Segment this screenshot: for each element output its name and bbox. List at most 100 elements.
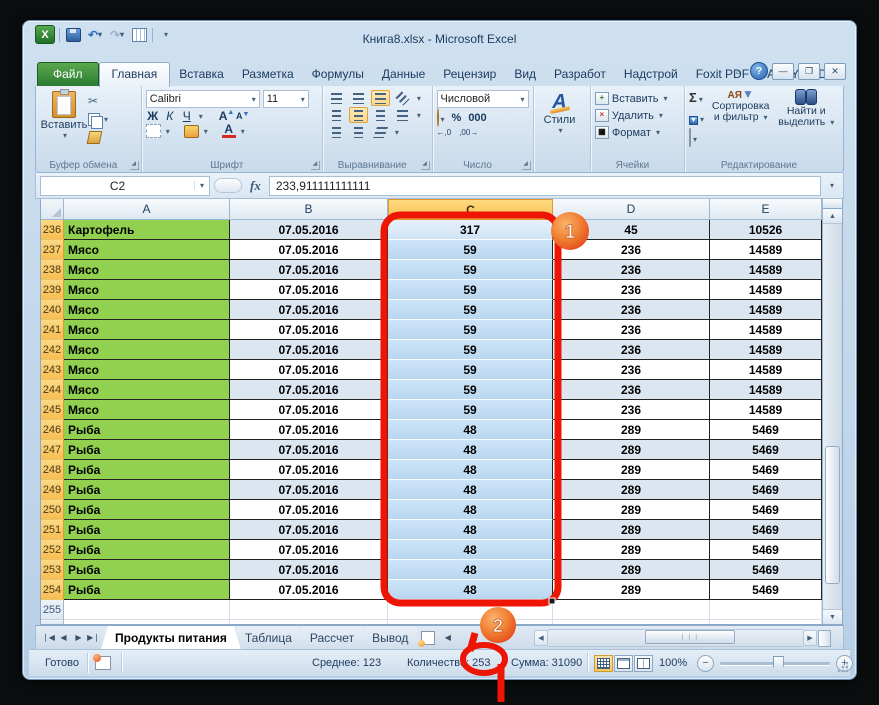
font-color-button[interactable]: А bbox=[222, 124, 236, 138]
cell-C250-selected[interactable]: 48 bbox=[388, 500, 553, 520]
increase-indent-button[interactable] bbox=[349, 124, 368, 140]
align-right-button[interactable] bbox=[371, 107, 390, 123]
cell-E248[interactable]: 5469 bbox=[710, 460, 822, 480]
cell-B243[interactable]: 07.05.2016 bbox=[230, 360, 388, 380]
tab-рецензир[interactable]: Рецензир bbox=[434, 63, 505, 86]
scroll-up-button[interactable]: ▲ bbox=[823, 209, 842, 224]
align-bottom-button[interactable] bbox=[371, 90, 390, 106]
cell-D240[interactable]: 236 bbox=[553, 300, 710, 320]
copy-button[interactable]: ▾ bbox=[88, 111, 108, 127]
scroll-right-button[interactable]: ▶ bbox=[803, 630, 817, 646]
font-name-select[interactable]: Calibri▾ bbox=[146, 90, 260, 108]
tab-file[interactable]: Файл bbox=[37, 62, 99, 86]
autosum-button[interactable]: Σ▾ bbox=[689, 89, 704, 107]
split-handle[interactable] bbox=[823, 199, 842, 209]
cell-E255[interactable] bbox=[710, 600, 822, 620]
sheet-tab-рассчет[interactable]: Рассчет bbox=[296, 626, 368, 649]
close-button[interactable]: ✕ bbox=[824, 63, 846, 80]
cell-A239[interactable]: Мясо bbox=[64, 280, 230, 300]
tab-разметка[interactable]: Разметка bbox=[233, 63, 303, 86]
find-select-button[interactable]: Найти и выделить ▾ bbox=[773, 89, 839, 147]
cell-C246-selected[interactable]: 48 bbox=[388, 420, 553, 440]
cell-D250[interactable]: 289 bbox=[553, 500, 710, 520]
scroll-down-button[interactable]: ▼ bbox=[823, 609, 842, 624]
cell-C244-selected[interactable]: 59 bbox=[388, 380, 553, 400]
cell-E254[interactable]: 5469 bbox=[710, 580, 822, 600]
help-button[interactable]: ? bbox=[750, 62, 768, 80]
clear-button[interactable]: ▾ bbox=[689, 129, 704, 147]
cell-D246[interactable]: 289 bbox=[553, 420, 710, 440]
cell-A242[interactable]: Мясо bbox=[64, 340, 230, 360]
cell-B253[interactable]: 07.05.2016 bbox=[230, 560, 388, 580]
cell-A247[interactable]: Рыба bbox=[64, 440, 230, 460]
cell-A245[interactable]: Мясо bbox=[64, 400, 230, 420]
expand-formula-bar-icon[interactable]: ▾ bbox=[825, 181, 839, 190]
sheet-tab-таблица[interactable]: Таблица bbox=[231, 626, 306, 649]
macro-record-button[interactable] bbox=[95, 650, 111, 676]
accounting-format-button[interactable]: ▾ bbox=[437, 109, 445, 127]
cell-A244[interactable]: Мясо bbox=[64, 380, 230, 400]
cell-A252[interactable]: Рыба bbox=[64, 540, 230, 560]
page-break-view-button[interactable] bbox=[634, 655, 653, 672]
fill-color-icon[interactable] bbox=[184, 125, 199, 138]
dialog-launcher-icon[interactable]: ◢ bbox=[522, 161, 531, 170]
cell-C247-selected[interactable]: 48 bbox=[388, 440, 553, 460]
sort-filter-button[interactable]: АЯ▼ Сортировка и фильтр ▾ bbox=[708, 89, 774, 147]
cell-D243[interactable]: 236 bbox=[553, 360, 710, 380]
normal-view-button[interactable] bbox=[594, 655, 613, 672]
cell-E244[interactable]: 14589 bbox=[710, 380, 822, 400]
tab-главная[interactable]: Главная bbox=[99, 62, 171, 87]
cell-E236[interactable]: 10526 bbox=[710, 220, 822, 240]
excel-logo-icon[interactable]: X bbox=[35, 25, 55, 44]
decrease-indent-button[interactable] bbox=[327, 124, 346, 140]
shrink-font-button[interactable]: A▼ bbox=[236, 111, 250, 121]
tab-вставка[interactable]: Вставка bbox=[170, 63, 233, 86]
table-tool-button[interactable] bbox=[130, 26, 148, 43]
column-header-A[interactable]: A bbox=[64, 199, 230, 220]
row-header-239[interactable]: 239 bbox=[41, 280, 64, 300]
cell-B241[interactable]: 07.05.2016 bbox=[230, 320, 388, 340]
row-header-246[interactable]: 246 bbox=[41, 420, 64, 440]
cell-A251[interactable]: Рыба bbox=[64, 520, 230, 540]
column-header-E[interactable]: E bbox=[710, 199, 822, 220]
insert-function-button[interactable]: fx bbox=[246, 178, 265, 194]
horizontal-scrollbar[interactable]: ◀ ❘❘❘ ▶ bbox=[534, 629, 817, 646]
row-header-244[interactable]: 244 bbox=[41, 380, 64, 400]
cell-E245[interactable]: 14589 bbox=[710, 400, 822, 420]
cell-A241[interactable]: Мясо bbox=[64, 320, 230, 340]
tab-надстрой[interactable]: Надстрой bbox=[615, 63, 687, 86]
cell-B248[interactable]: 07.05.2016 bbox=[230, 460, 388, 480]
row-header-237[interactable]: 237 bbox=[41, 240, 64, 260]
cell-C240-selected[interactable]: 59 bbox=[388, 300, 553, 320]
row-header-249[interactable]: 249 bbox=[41, 480, 64, 500]
cell-C253-selected[interactable]: 48 bbox=[388, 560, 553, 580]
cell-D254[interactable]: 289 bbox=[553, 580, 710, 600]
cell-A253[interactable]: Рыба bbox=[64, 560, 230, 580]
delete-cells-button[interactable]: ×Удалить▾ bbox=[595, 108, 680, 123]
cell-A246[interactable]: Рыба bbox=[64, 420, 230, 440]
cell-C245-selected[interactable]: 59 bbox=[388, 400, 553, 420]
row-header-236[interactable]: 236 bbox=[41, 220, 64, 240]
title-bar[interactable]: X ↶▾ ↷▾ ▾ Книга8.xlsx - Microsoft Excel bbox=[23, 21, 856, 59]
vertical-scrollbar[interactable]: ▲ ▼ bbox=[822, 199, 842, 624]
borders-icon[interactable] bbox=[146, 124, 161, 138]
customize-qat-button[interactable]: ▾ bbox=[157, 26, 175, 43]
row-header-248[interactable]: 248 bbox=[41, 460, 64, 480]
page-layout-view-button[interactable] bbox=[614, 655, 633, 672]
grow-font-button[interactable]: A▲ bbox=[219, 109, 233, 123]
comma-style-button[interactable]: 000 bbox=[468, 112, 486, 124]
row-header-238[interactable]: 238 bbox=[41, 260, 64, 280]
row-header-242[interactable]: 242 bbox=[41, 340, 64, 360]
column-header-D[interactable]: D bbox=[553, 199, 710, 220]
zoom-out-button[interactable]: − bbox=[697, 655, 714, 672]
cell-B246[interactable]: 07.05.2016 bbox=[230, 420, 388, 440]
cell-B239[interactable]: 07.05.2016 bbox=[230, 280, 388, 300]
tab-вид[interactable]: Вид bbox=[505, 63, 545, 86]
formula-input[interactable]: 233,911111111111 bbox=[269, 176, 821, 196]
select-all-corner[interactable] bbox=[41, 199, 64, 220]
cell-D241[interactable]: 236 bbox=[553, 320, 710, 340]
zoom-level[interactable]: 100% bbox=[659, 650, 687, 676]
last-sheet-button[interactable]: ▶❘ bbox=[87, 631, 100, 645]
percent-style-button[interactable]: % bbox=[452, 112, 462, 124]
horizontal-scroll-thumb[interactable]: ❘❘❘ bbox=[645, 630, 735, 644]
